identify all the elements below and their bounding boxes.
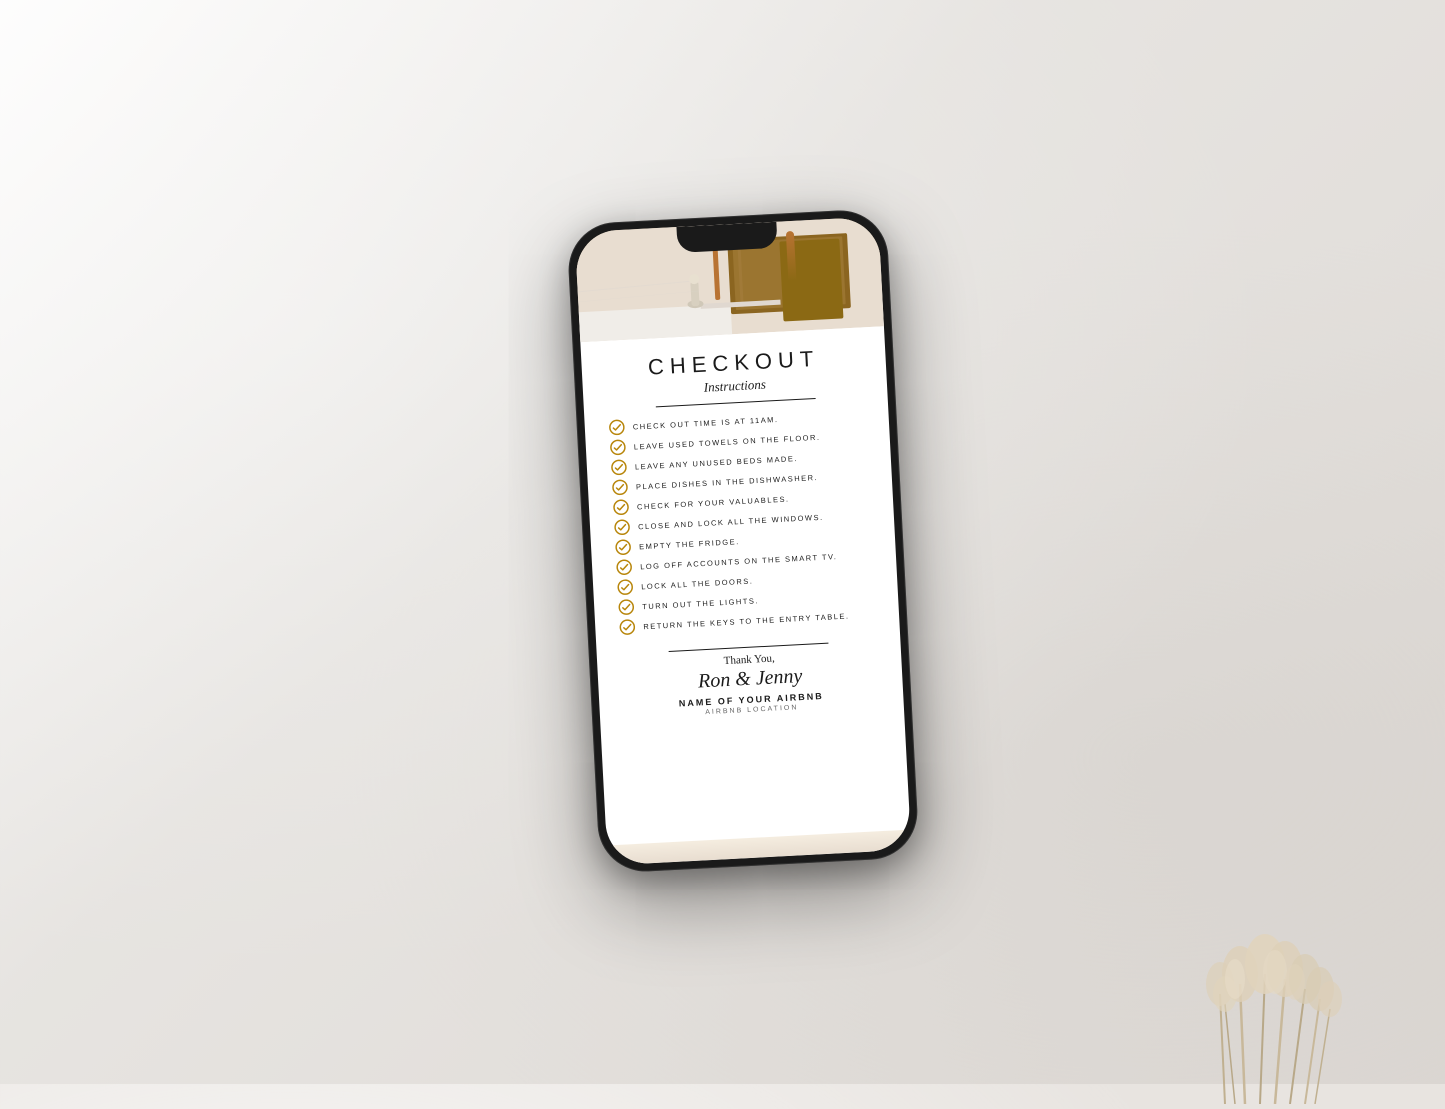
pampas-decoration: [1165, 804, 1365, 1104]
check-icon-5: [612, 499, 629, 516]
item-text-10: TURN OUT THE LIGHTS.: [642, 596, 759, 611]
item-text-5: CHECK FOR YOUR VALUABLES.: [636, 494, 789, 511]
check-icon-11: [618, 619, 635, 636]
check-icon-2: [609, 439, 626, 456]
check-icon-8: [615, 559, 632, 576]
item-text-11: RETURN THE KEYS TO THE ENTRY TABLE.: [643, 611, 850, 631]
phone-screen: CHECKOUT Instructions CHECK OUT TIME IS …: [574, 216, 911, 865]
checklist: CHECK OUT TIME IS AT 11AM. LEAVE USED TO…: [608, 406, 875, 635]
item-text-4: PLACE DISHES IN THE DISHWASHER.: [635, 472, 818, 491]
item-text-7: EMPTY THE FRIDGE.: [638, 537, 739, 551]
item-text-3: LEAVE ANY UNUSED BEDS MADE.: [634, 453, 797, 471]
phone-mockup: CHECKOUT Instructions CHECK OUT TIME IS …: [566, 208, 920, 874]
checkout-subtitle: Instructions: [703, 377, 766, 396]
item-text-8: LOG OFF ACCOUNTS ON THE SMART TV.: [639, 552, 837, 571]
phone-content-area: CHECKOUT Instructions CHECK OUT TIME IS …: [580, 326, 910, 845]
signature: Ron & Jenny: [697, 665, 802, 693]
check-icon-10: [617, 599, 634, 616]
thank-you-text: Thank You,: [723, 652, 775, 667]
item-text-2: LEAVE USED TOWELS ON THE FLOOR.: [633, 432, 820, 451]
check-icon-6: [613, 519, 630, 536]
check-icon-9: [616, 579, 633, 596]
check-icon-3: [610, 459, 627, 476]
check-icon-4: [611, 479, 628, 496]
bottom-divider: [668, 643, 828, 652]
item-text-6: CLOSE AND LOCK ALL THE WINDOWS.: [637, 512, 823, 531]
phone-notch: [676, 222, 777, 253]
checkout-title: CHECKOUT: [647, 346, 820, 381]
top-divider: [655, 398, 815, 407]
item-text-9: LOCK ALL THE DOORS.: [640, 576, 753, 591]
check-icon-1: [608, 419, 625, 436]
phone-frame: CHECKOUT Instructions CHECK OUT TIME IS …: [566, 208, 920, 874]
item-text-1: CHECK OUT TIME IS AT 11AM.: [632, 414, 778, 431]
check-icon-7: [614, 539, 631, 556]
